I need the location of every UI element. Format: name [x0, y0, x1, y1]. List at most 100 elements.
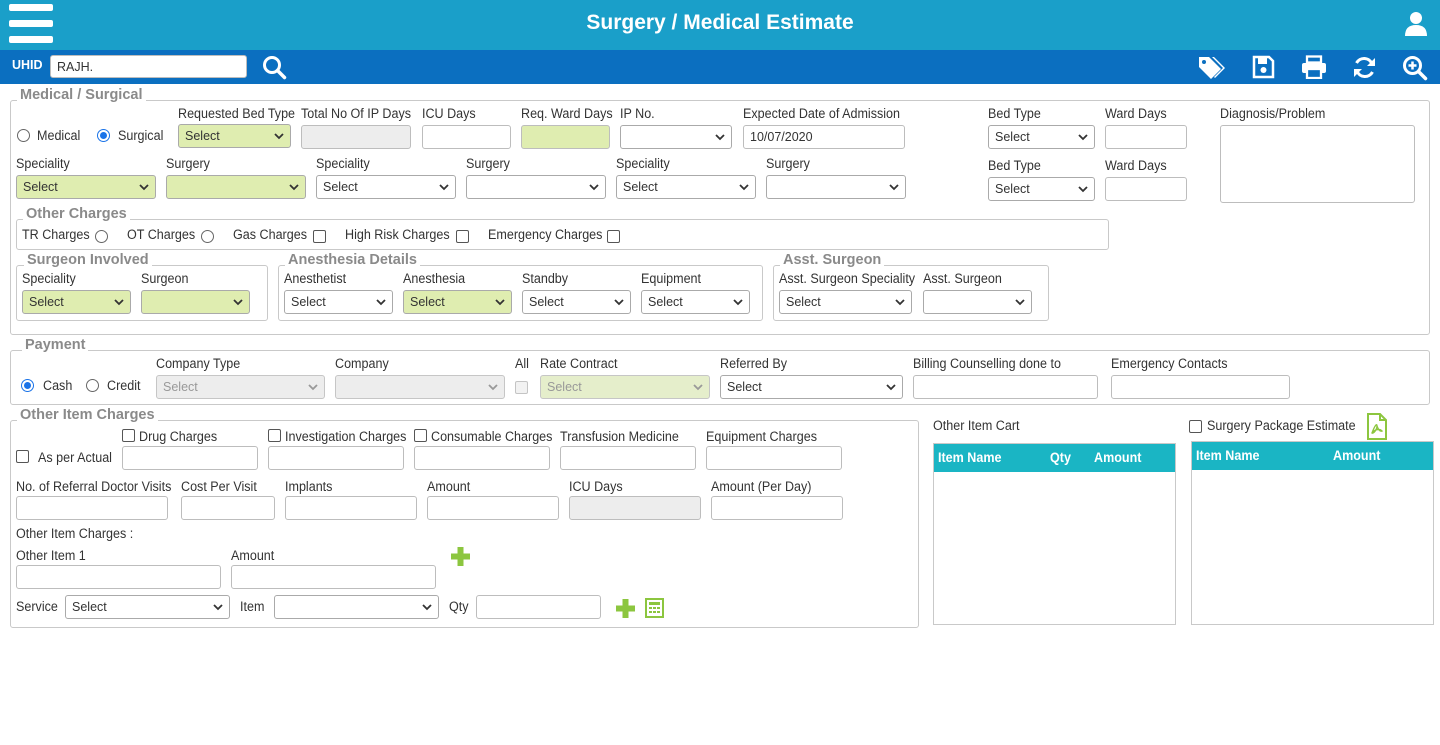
speciality-select-1[interactable]: Select	[16, 175, 156, 199]
ward-days-input-2[interactable]	[1105, 177, 1187, 201]
asst-surgeon-select[interactable]	[923, 290, 1032, 314]
as-per-actual-label: As per Actual	[38, 450, 112, 465]
ot-charges-radio[interactable]	[201, 230, 214, 243]
bed-type-label-2: Bed Type	[988, 158, 1041, 173]
zoom-in-icon[interactable]	[1402, 55, 1428, 81]
emergency-charges-checkbox[interactable]	[607, 230, 620, 243]
anesthetist-label: Anesthetist	[284, 271, 347, 286]
high-risk-charges-label: High Risk Charges	[345, 227, 450, 242]
search-icon[interactable]	[262, 55, 287, 80]
standby-select[interactable]: Select	[522, 290, 631, 314]
other-item-cart-table: Item Name Qty Amount	[933, 443, 1176, 625]
surgeon-speciality-select[interactable]: Select	[22, 290, 131, 314]
pdf-file-icon[interactable]	[1366, 413, 1388, 440]
cash-radio[interactable]	[21, 379, 34, 392]
chevron-down-icon	[693, 384, 703, 391]
credit-radio[interactable]	[86, 379, 99, 392]
requested-bed-type-select[interactable]: Select	[178, 124, 291, 148]
cost-per-visit-input[interactable]	[181, 496, 275, 520]
drug-charges-input[interactable]	[122, 446, 258, 470]
plus-icon[interactable]	[450, 546, 471, 567]
tr-charges-radio[interactable]	[95, 230, 108, 243]
bed-type-select-2[interactable]: Select	[988, 177, 1095, 201]
user-icon[interactable]	[1404, 11, 1428, 36]
surgery-select-2[interactable]	[466, 175, 606, 199]
standby-label: Standby	[522, 271, 569, 286]
qty-input[interactable]	[476, 595, 601, 619]
tags-icon[interactable]	[1197, 55, 1226, 80]
transfusion-medicine-input[interactable]	[560, 446, 696, 470]
anesthetist-select[interactable]: Select	[284, 290, 393, 314]
speciality-select-3[interactable]: Select	[616, 175, 756, 199]
consumable-charges-input[interactable]	[414, 446, 550, 470]
referral-visits-input[interactable]	[16, 496, 168, 520]
referred-by-select[interactable]: Select	[720, 375, 903, 399]
chevron-down-icon	[308, 384, 318, 391]
amount-input[interactable]	[427, 496, 559, 520]
surgery-select-3[interactable]	[766, 175, 906, 199]
as-per-actual-checkbox[interactable]	[16, 450, 29, 463]
diagnosis-textarea[interactable]	[1220, 125, 1415, 203]
expected-date-input[interactable]	[743, 125, 905, 149]
other-item-1-input[interactable]	[16, 565, 221, 589]
amount-per-day-label: Amount (Per Day)	[711, 479, 812, 494]
ip-no-select[interactable]	[620, 125, 732, 149]
ip-no-label: IP No.	[620, 106, 655, 121]
uhid-input[interactable]	[50, 55, 247, 78]
equipment-select[interactable]: Select	[641, 290, 750, 314]
tr-charges-label: TR Charges	[22, 227, 90, 242]
item-select[interactable]	[274, 595, 439, 619]
req-ward-days-label: Req. Ward Days	[521, 106, 613, 121]
billing-counselling-label: Billing Counselling done to	[913, 356, 1061, 371]
service-select[interactable]: Select	[65, 595, 230, 619]
anesthesia-details-legend: Anesthesia Details	[285, 252, 420, 268]
chevron-down-icon	[488, 384, 498, 391]
anesthesia-label: Anesthesia	[403, 271, 466, 286]
amount-per-day-input[interactable]	[711, 496, 843, 520]
chevron-down-icon	[614, 299, 624, 306]
req-ward-days-input[interactable]	[521, 125, 610, 149]
consumable-charges-checkbox[interactable]	[414, 429, 427, 442]
emergency-contacts-input[interactable]	[1111, 375, 1290, 399]
plus-icon[interactable]	[615, 598, 636, 619]
equipment-label: Equipment	[641, 271, 702, 286]
asst-surgeon-label: Asst. Surgeon	[923, 271, 1002, 286]
ward-days-label-1: Ward Days	[1105, 106, 1167, 121]
calculator-icon[interactable]	[645, 598, 664, 618]
printer-icon[interactable]	[1301, 55, 1327, 79]
investigation-charges-checkbox[interactable]	[268, 429, 281, 442]
speciality-select-2[interactable]: Select	[316, 175, 456, 199]
medical-radio[interactable]	[17, 129, 30, 142]
total-ip-days-input	[301, 125, 411, 149]
surgery-select-1[interactable]	[166, 175, 306, 199]
implants-input[interactable]	[285, 496, 417, 520]
bed-type-select-1[interactable]: Select	[988, 125, 1095, 149]
drug-charges-checkbox[interactable]	[122, 429, 135, 442]
ward-days-input-1[interactable]	[1105, 125, 1187, 149]
icu-days-input[interactable]	[422, 125, 511, 149]
medical-surgical-legend: Medical / Surgical	[17, 87, 146, 103]
surgeon-select[interactable]	[141, 290, 250, 314]
emergency-contacts-label: Emergency Contacts	[1111, 356, 1228, 371]
asst-surgeon-speciality-select[interactable]: Select	[779, 290, 912, 314]
equipment-charges-input[interactable]	[706, 446, 842, 470]
floppy-disk-icon[interactable]	[1252, 55, 1275, 79]
anesthesia-select[interactable]: Select	[403, 290, 512, 314]
payment-legend: Payment	[22, 337, 89, 353]
other-item-amount-input[interactable]	[231, 565, 436, 589]
service-label: Service	[16, 599, 58, 614]
other-item-charges-legend: Other Item Charges	[17, 407, 158, 423]
cash-label: Cash	[43, 378, 73, 393]
bed-type-label-1: Bed Type	[988, 106, 1041, 121]
qty-label: Qty	[449, 599, 469, 614]
surgeon-involved-legend: Surgeon Involved	[24, 252, 152, 268]
gas-charges-checkbox[interactable]	[313, 230, 326, 243]
surgery-package-checkbox[interactable]	[1189, 420, 1202, 433]
surgical-radio[interactable]	[97, 129, 110, 142]
billing-counselling-input[interactable]	[913, 375, 1098, 399]
all-label: All	[515, 356, 529, 371]
high-risk-charges-checkbox[interactable]	[456, 230, 469, 243]
investigation-charges-input[interactable]	[268, 446, 404, 470]
chevron-down-icon	[422, 604, 432, 611]
refresh-icon[interactable]	[1352, 55, 1377, 80]
